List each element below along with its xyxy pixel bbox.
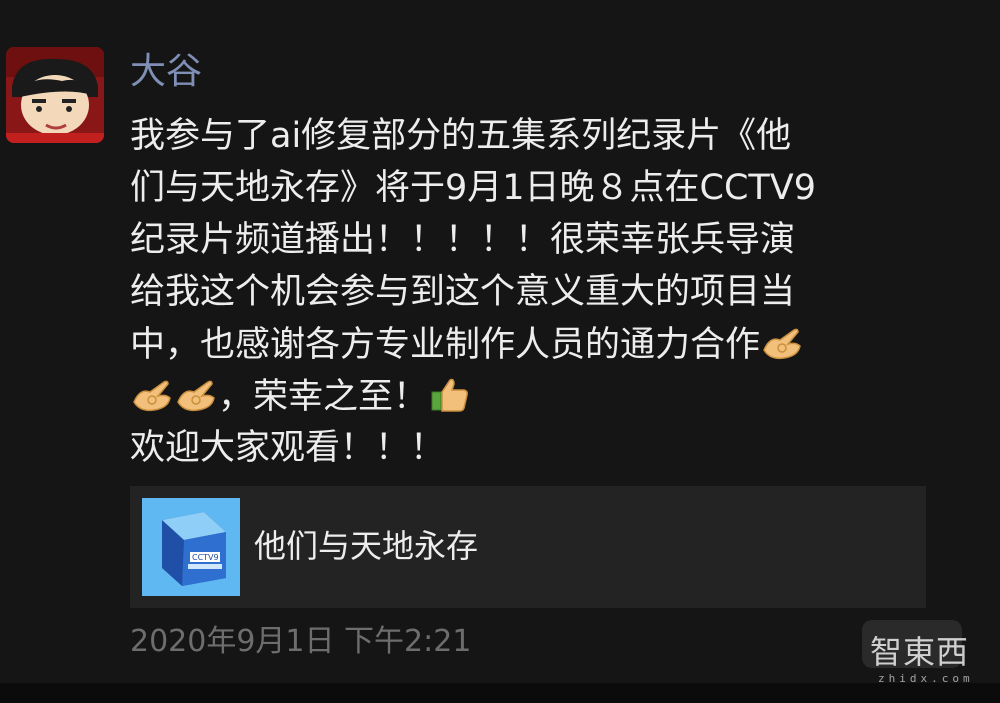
post-timestamp: 2020年9月1日 下午2:21	[130, 624, 472, 659]
watermark-domain: zhidx.com	[878, 672, 974, 685]
thumbs-up-icon	[428, 374, 472, 414]
post-text-line: 欢迎大家观看！！！	[130, 428, 446, 468]
author-name[interactable]: 大谷	[130, 50, 202, 94]
shared-link-card[interactable]: CCTV9 他们与天地永存	[130, 486, 926, 608]
post-text-line-5: 中，也感谢各方专业制作人员的通力合作	[130, 322, 804, 367]
ok-hand-icon	[174, 374, 218, 414]
link-thumbnail: CCTV9	[142, 498, 240, 596]
post-text-line: 们与天地永存》将于9月1日晚８点在CCTV9	[130, 168, 817, 208]
cctv9-documentary-logo-icon: CCTV9	[142, 498, 240, 596]
moments-post: 大谷 我参与了ai修复部分的五集系列纪录片《他 们与天地永存》将于9月1日晚８点…	[0, 0, 1000, 685]
post-text-line-6: ，荣幸之至！	[130, 374, 472, 419]
post-text-line: 纪录片频道播出！！！！！很荣幸张兵导演	[130, 220, 796, 260]
post-text-line: 给我这个机会参与到这个意义重大的项目当	[130, 272, 796, 312]
post-text-line: 我参与了ai修复部分的五集系列纪录片《他	[130, 116, 792, 156]
ok-hand-icon	[760, 322, 804, 362]
author-avatar[interactable]	[6, 47, 104, 143]
post-text-segment: 中，也感谢各方专业制作人员的通力合作	[130, 325, 761, 365]
ok-hand-icon	[130, 374, 174, 414]
zhidx-watermark: 智東西 zhidx.com	[856, 620, 996, 690]
svg-text:CCTV9: CCTV9	[192, 553, 219, 562]
post-text-segment: ，荣幸之至！	[218, 377, 429, 417]
cartoon-avatar-icon	[6, 47, 104, 143]
watermark-text: 智東西	[870, 633, 970, 671]
link-title: 他们与天地永存	[254, 527, 479, 565]
